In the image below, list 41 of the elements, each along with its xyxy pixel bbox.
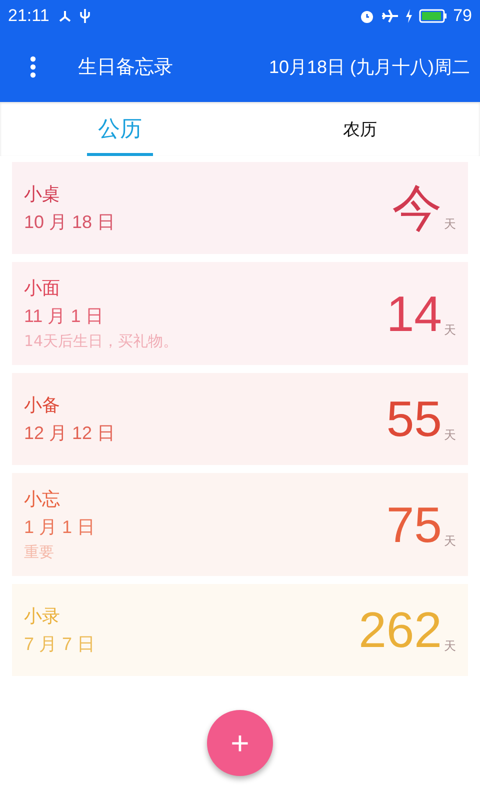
calendar-tab[interactable]: 公历 (0, 102, 240, 156)
add-button[interactable]: + (207, 710, 273, 776)
birthday-date: 7 月 7 日 (24, 633, 96, 656)
menu-icon (30, 56, 36, 78)
days-count: 75 (386, 500, 442, 550)
days-unit: 天 (444, 532, 456, 550)
battery-icon (419, 9, 448, 23)
birthday-card[interactable]: 小录 7 月 7 日 262 天 (12, 584, 468, 676)
birthday-date: 11 月 1 日 (24, 305, 105, 328)
usb-icon (79, 8, 92, 24)
today-date: 10月18日 (九月十八)周二 (268, 56, 470, 79)
birthday-card[interactable]: 小桌 10 月 18 日 今 天 (12, 162, 468, 254)
status-time: 21:11 (8, 6, 50, 26)
birthday-card[interactable]: 小面 11 月 1 日 14天后生日，买礼物。 14 天 (12, 262, 468, 365)
calendar-tab[interactable]: 农历 (240, 102, 480, 156)
birthday-date: 1 月 1 日 (24, 516, 96, 539)
birthday-date: 10 月 18 日 (24, 211, 116, 234)
birthday-card[interactable]: 小忘 1 月 1 日 重要 75 天 (12, 473, 468, 576)
days-unit: 天 (444, 427, 456, 444)
app-title: 生日备忘录 (78, 55, 173, 80)
days-unit: 天 (444, 216, 456, 233)
person-name: 小面 (24, 277, 61, 300)
charging-icon (405, 9, 414, 23)
airplane-icon (381, 8, 400, 24)
person-name: 小桌 (24, 183, 61, 206)
days-count: 55 (386, 394, 442, 444)
birthday-note: 14天后生日，买礼物。 (24, 332, 180, 351)
days-count: 今 (392, 183, 442, 233)
person-name: 小录 (24, 605, 61, 628)
person-name: 小忘 (24, 488, 61, 511)
alarm-icon (359, 8, 376, 24)
birthday-card[interactable]: 小备 12 月 12 日 55 天 (12, 373, 468, 465)
birthday-note: 重要 (24, 543, 55, 562)
days-count: 14 (386, 288, 442, 338)
birthday-date: 12 月 12 日 (24, 422, 116, 445)
days-count: 262 (358, 605, 442, 655)
days-unit: 天 (444, 322, 456, 338)
share-icon (57, 9, 74, 23)
battery-percent: 79 (453, 6, 472, 26)
days-unit: 天 (444, 638, 456, 655)
person-name: 小备 (24, 394, 61, 417)
